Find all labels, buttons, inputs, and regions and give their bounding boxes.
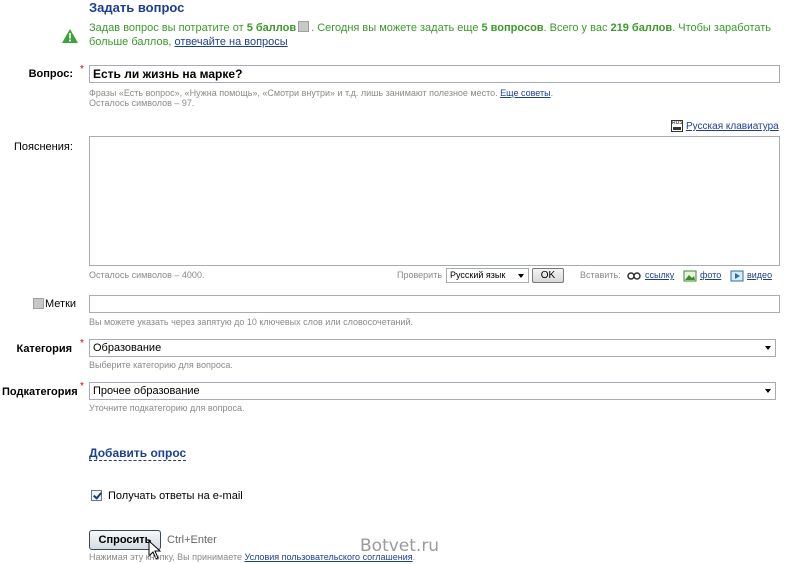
more-tips-link[interactable]: Еще советы: [500, 88, 550, 98]
points-cost: 5 баллов: [246, 22, 297, 34]
question-hint-end: .: [550, 88, 554, 98]
keyboard-badge: RUS: [672, 120, 683, 126]
terms-text: Нажимая эту кнопку, Вы принимаете: [89, 552, 245, 562]
help-icon[interactable]: [33, 298, 44, 309]
info-notice: Задав вопрос вы потратите от 5 баллов . С…: [89, 21, 789, 49]
required-marker: *: [80, 381, 84, 392]
email-checkbox[interactable]: [91, 490, 102, 501]
info-text-part: . Сегодня вы можете задать еще: [311, 22, 482, 34]
subcategory-hint: Уточните подкатегорию для вопроса.: [89, 403, 245, 413]
explanation-chars-left: Осталось символов – 4000.: [89, 270, 205, 280]
page-title: Задать вопрос: [89, 0, 185, 15]
keyboard-icon: RUS: [671, 120, 683, 132]
help-icon[interactable]: [298, 21, 310, 32]
info-text-part: . Всего у вас: [543, 22, 611, 34]
question-chars-left: Осталось символов – 97.: [89, 98, 195, 108]
info-text-part: Задав вопрос вы потратите от: [89, 22, 247, 34]
spellcheck-ok-button[interactable]: OK: [532, 268, 564, 283]
category-hint: Выберите категорию для вопроса.: [89, 360, 233, 370]
tags-label: Метки: [45, 298, 77, 310]
video-icon: [730, 270, 744, 282]
russian-keyboard-link[interactable]: Русская клавиатура: [686, 121, 779, 132]
points-total: 219 баллов: [610, 22, 673, 34]
category-label: Категория: [16, 343, 72, 355]
spellcheck-label: Проверить: [397, 270, 443, 280]
photo-icon: [683, 270, 697, 282]
explanation-label: Пояснения:: [14, 141, 73, 153]
spellcheck-language-value: Русский язык: [450, 270, 506, 280]
chevron-down-icon: [765, 346, 771, 350]
subcategory-label: Подкатегория: [2, 386, 78, 398]
tags-input[interactable]: [89, 295, 780, 313]
link-icon: [627, 272, 641, 280]
question-input[interactable]: [89, 65, 780, 83]
question-label: Вопрос:: [28, 68, 73, 80]
email-checkbox-label: Получать ответы на e-mail: [108, 490, 243, 502]
required-marker: *: [80, 338, 84, 349]
insert-video-button[interactable]: видео: [747, 270, 772, 280]
answer-questions-link[interactable]: отвечайте на вопросы: [175, 36, 288, 48]
required-marker: *: [80, 64, 84, 75]
category-value: Образование: [93, 342, 162, 354]
chevron-down-icon: [518, 274, 524, 278]
insert-link-button[interactable]: ссылку: [645, 270, 674, 280]
watermark: Botvet.ru: [360, 536, 440, 556]
subcategory-value: Прочее образование: [93, 385, 200, 397]
question-hint-text: Фразы «Есть вопрос», «Нужна помощь», «См…: [89, 88, 501, 98]
insert-photo-button[interactable]: фото: [700, 270, 721, 280]
category-select[interactable]: Образование: [89, 339, 776, 357]
explanation-textarea[interactable]: [89, 136, 780, 266]
add-poll-link[interactable]: Добавить опрос: [89, 446, 187, 461]
chevron-down-icon: [765, 389, 771, 393]
warning-icon: [62, 29, 78, 43]
tags-hint: Вы можете указать через запятую до 10 кл…: [89, 317, 413, 327]
subcategory-select[interactable]: Прочее образование: [89, 382, 776, 400]
question-hint: Фразы «Есть вопрос», «Нужна помощь», «См…: [89, 88, 553, 98]
questions-remaining: 5 вопросов: [481, 22, 544, 34]
insert-label: Вставить:: [580, 270, 621, 280]
submit-shortcut: Ctrl+Enter: [167, 534, 217, 546]
spellcheck-language-select[interactable]: Русский язык: [446, 268, 529, 283]
